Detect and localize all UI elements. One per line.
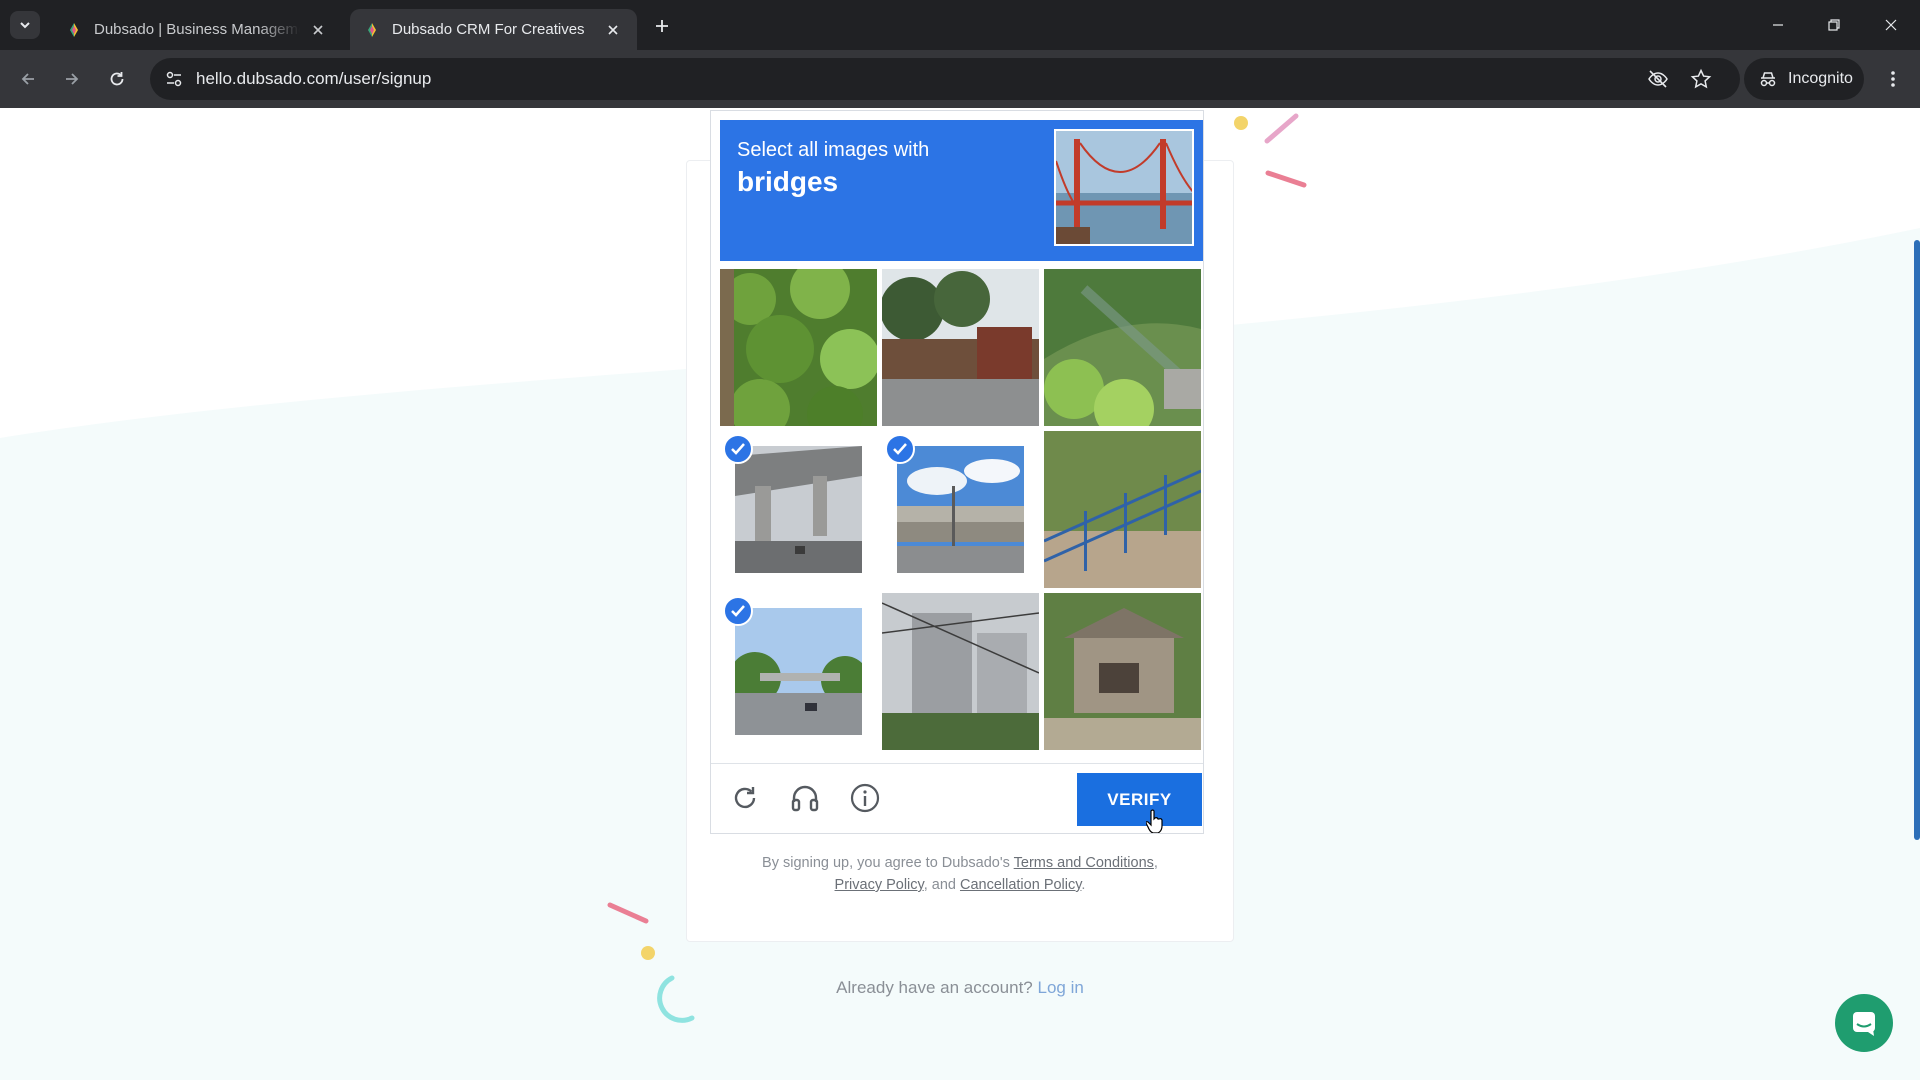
terms-agreement-text: By signing up, you agree to Dubsado's Te… [686,852,1234,896]
tab-title: Dubsado CRM For Creatives [392,21,585,38]
captcha-footer-divider [711,763,1203,764]
browser-toolbar: hello.dubsado.com/user/signup Incognito [0,50,1920,108]
browser-tab-strip: Dubsado | Business Manageme Dubsado CRM … [0,0,1920,50]
captcha-tile[interactable] [882,269,1039,426]
verify-button[interactable]: VERIFY [1077,773,1202,826]
login-prompt: Already have an account? Log in [686,978,1234,998]
privacy-policy-link[interactable]: Privacy Policy [835,877,924,893]
bookmark-star-icon[interactable] [1690,68,1712,95]
terms-link[interactable]: Terms and Conditions [1014,855,1154,871]
restore-button[interactable] [1816,10,1852,40]
url-text: hello.dubsado.com/user/signup [196,69,432,88]
tile-image [1044,431,1201,588]
selected-check-icon [723,596,753,626]
more-vertical-icon [1891,71,1895,87]
info-icon [850,783,880,813]
close-tab-icon[interactable] [308,20,328,40]
arrow-left-icon [21,73,34,85]
address-bar[interactable]: hello.dubsado.com/user/signup [150,58,1740,100]
refresh-challenge-button[interactable] [728,781,762,815]
back-button[interactable] [14,65,42,93]
captcha-tile[interactable] [720,269,877,426]
refresh-icon [734,787,756,809]
tile-image [735,608,862,735]
close-window-button[interactable] [1873,10,1909,40]
login-link[interactable]: Log in [1038,978,1084,997]
tile-image [720,269,877,426]
tile-image [1044,269,1201,426]
captcha-tile[interactable] [720,593,877,750]
dubsado-favicon-icon [70,22,78,37]
audio-challenge-button[interactable] [788,781,822,815]
tile-image [882,269,1039,426]
captcha-example-image [1054,129,1194,246]
captcha-tile[interactable] [1044,269,1201,426]
hand-pointer-cursor-icon [1146,809,1163,833]
login-prompt-text: Already have an account? [836,978,1033,997]
terms-prefix: By signing up, you agree to Dubsado's [762,855,1010,871]
chat-launcher-button[interactable] [1835,994,1893,1052]
chat-icon [1853,1012,1875,1036]
tile-image [882,593,1039,750]
captcha-instruction-target: bridges [737,166,839,197]
tile-image [1044,593,1201,750]
incognito-icon [1760,72,1776,87]
incognito-label: Incognito [1788,70,1853,87]
tile-image [735,446,862,573]
tab-title: Dubsado | Business Manageme [94,21,300,38]
plus-icon [656,20,668,32]
site-info-icon[interactable] [164,69,184,94]
tab-search-button[interactable] [10,11,40,39]
cancellation-policy-link[interactable]: Cancellation Policy [960,877,1081,893]
tab-dubsado-crm[interactable]: Dubsado CRM For Creatives [350,9,637,50]
reload-button[interactable] [103,65,131,93]
terms-and: , and [923,877,956,893]
reload-icon [110,72,124,86]
info-button[interactable] [848,781,882,815]
captcha-instruction: Select all images with bridges [737,139,929,198]
page-content: Select all images with bridges VERIFY By… [0,108,1920,1080]
selected-check-icon [885,434,915,464]
tracking-protection-eye-off-icon[interactable] [1647,69,1669,94]
arrow-right-icon [66,73,79,85]
minimize-icon [1773,24,1783,26]
captcha-tile[interactable] [720,431,877,588]
captcha-tile[interactable] [882,431,1039,588]
chevron-down-icon [20,22,30,29]
page-scrollbar[interactable] [1914,240,1920,840]
captcha-challenge: Select all images with bridges VERIFY [710,110,1204,834]
captcha-tile[interactable] [1044,431,1201,588]
browser-menu-button[interactable] [1879,65,1907,93]
tab-dubsado-business[interactable]: Dubsado | Business Manageme [52,9,342,50]
tile-image [897,446,1024,573]
captcha-tile[interactable] [1044,593,1201,750]
headphones-icon [791,785,819,812]
captcha-instruction-prefix: Select all images with [737,139,930,161]
minimize-button[interactable] [1760,10,1796,40]
captcha-tile[interactable] [882,593,1039,750]
close-icon [1885,19,1897,31]
captcha-header: Select all images with bridges [720,120,1203,261]
terms-period: . [1081,877,1086,893]
terms-comma: , [1153,855,1158,871]
new-tab-button[interactable] [648,12,676,40]
close-tab-icon[interactable] [603,20,623,40]
restore-icon [1828,19,1840,31]
selected-check-icon [723,434,753,464]
dubsado-favicon-icon [368,22,376,37]
forward-button[interactable] [58,65,86,93]
incognito-indicator[interactable]: Incognito [1744,58,1864,100]
